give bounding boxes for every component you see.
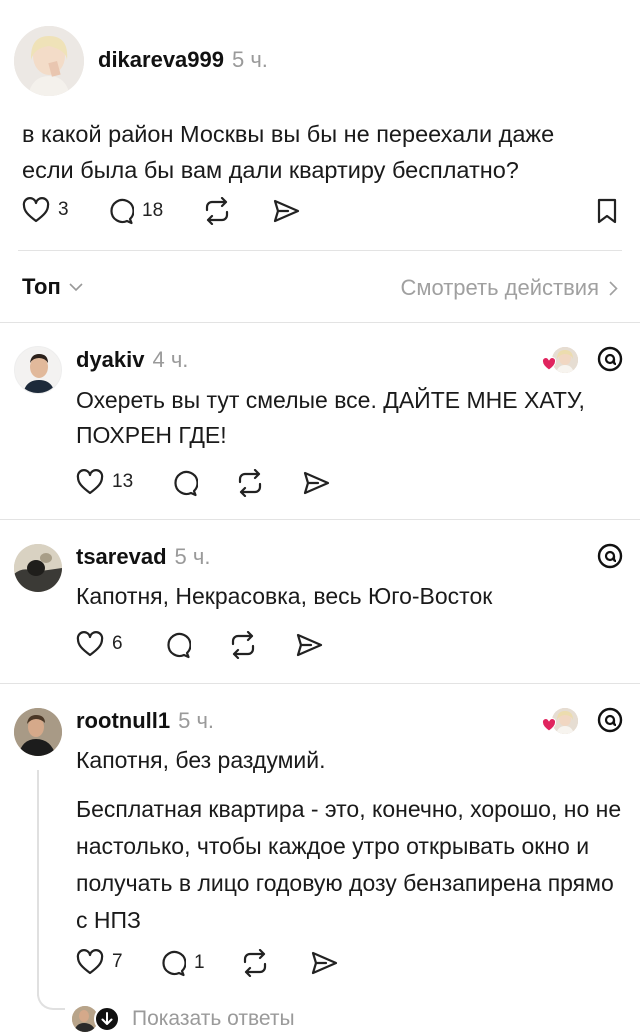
comment-icon bbox=[174, 470, 198, 497]
like-count: 6 bbox=[112, 633, 123, 654]
arrow-down-icon bbox=[94, 1006, 120, 1032]
repost-icon bbox=[238, 469, 262, 497]
divider bbox=[0, 322, 640, 323]
divider bbox=[0, 683, 640, 684]
reply-button[interactable] bbox=[163, 631, 191, 659]
share-icon bbox=[296, 633, 323, 657]
comment-text: Охереть вы тут смелые все. ДАЙТЕ МНЕ ХАТ… bbox=[76, 387, 585, 448]
threads-icon[interactable] bbox=[597, 346, 623, 372]
like-count: 13 bbox=[112, 471, 134, 492]
username[interactable]: dikareva999 bbox=[98, 47, 224, 73]
view-activity-link[interactable]: Смотреть действия bbox=[400, 275, 618, 301]
share-button[interactable] bbox=[295, 633, 323, 657]
repost-icon bbox=[243, 949, 267, 977]
comment-icon bbox=[162, 950, 186, 977]
avatar[interactable] bbox=[14, 544, 62, 592]
chevron-down-icon bbox=[69, 283, 83, 292]
reply-count: 1 bbox=[194, 952, 205, 973]
chevron-right-icon bbox=[609, 280, 618, 296]
heart-icon bbox=[22, 197, 50, 223]
repost-icon bbox=[231, 631, 255, 659]
view-activity-label: Смотреть действия bbox=[400, 275, 599, 300]
threads-icon[interactable] bbox=[597, 707, 623, 733]
comment-text: Капотня, Некрасовка, весь Юго-Восток bbox=[76, 583, 493, 609]
divider bbox=[18, 250, 622, 251]
comment-icon bbox=[110, 198, 134, 225]
reply-button[interactable]: 18 bbox=[106, 197, 163, 225]
bookmark-icon bbox=[597, 198, 617, 224]
divider bbox=[0, 519, 640, 520]
username[interactable]: dyakiv bbox=[76, 347, 145, 373]
thread-line bbox=[37, 770, 39, 996]
like-count: 3 bbox=[58, 199, 69, 220]
repost-button[interactable] bbox=[235, 469, 265, 497]
like-count: 7 bbox=[112, 951, 123, 972]
timestamp: 5 ч. bbox=[174, 544, 211, 569]
sort-dropdown[interactable]: Топ bbox=[22, 274, 83, 300]
username[interactable]: tsarevad bbox=[76, 544, 167, 570]
show-replies-button[interactable]: Показать ответы bbox=[72, 1006, 295, 1032]
share-button[interactable] bbox=[272, 199, 300, 223]
reply-button[interactable]: 1 bbox=[158, 949, 205, 977]
reply-count: 18 bbox=[142, 200, 164, 221]
author-row: tsarevad 5 ч. bbox=[76, 544, 210, 570]
heart-icon bbox=[76, 631, 104, 657]
reply-avatars bbox=[72, 1006, 122, 1032]
bookmark-button[interactable] bbox=[597, 198, 617, 224]
repost-button[interactable] bbox=[202, 197, 232, 225]
author-row: dikareva999 5 ч. bbox=[98, 47, 268, 73]
timestamp: 5 ч. bbox=[232, 47, 268, 72]
repost-button[interactable] bbox=[228, 631, 258, 659]
avatar[interactable] bbox=[14, 708, 62, 756]
sort-label: Топ bbox=[22, 274, 61, 299]
liked-by-author-icon bbox=[542, 718, 556, 732]
share-icon bbox=[303, 471, 330, 495]
avatar[interactable] bbox=[14, 346, 62, 394]
repost-icon bbox=[205, 197, 229, 225]
share-icon bbox=[311, 951, 338, 975]
timestamp: 5 ч. bbox=[178, 708, 215, 733]
share-button[interactable] bbox=[302, 471, 330, 495]
post-text: в какой район Москвы вы бы не переехали … bbox=[22, 121, 555, 183]
thread-line-curve bbox=[37, 986, 65, 1010]
like-button[interactable]: 7 bbox=[76, 949, 123, 975]
timestamp: 4 ч. bbox=[152, 347, 189, 372]
repost-button[interactable] bbox=[240, 949, 270, 977]
comment-text-paragraph: Бесплатная квартира - это, конечно, хоро… bbox=[76, 796, 622, 933]
author-row: dyakiv 4 ч. bbox=[76, 347, 188, 373]
heart-icon bbox=[76, 949, 104, 975]
like-button[interactable]: 6 bbox=[76, 631, 123, 657]
share-button[interactable] bbox=[310, 951, 338, 975]
reply-button[interactable] bbox=[170, 469, 198, 497]
comment-icon bbox=[167, 632, 191, 659]
liked-by-author-icon bbox=[542, 357, 556, 371]
username[interactable]: rootnull1 bbox=[76, 708, 170, 734]
share-icon bbox=[273, 199, 300, 223]
like-button[interactable]: 3 bbox=[22, 197, 69, 223]
like-button[interactable]: 13 bbox=[76, 469, 133, 495]
author-row: rootnull1 5 ч. bbox=[76, 708, 214, 734]
comment-text: Капотня, без раздумий. bbox=[76, 747, 326, 773]
show-replies-label: Показать ответы bbox=[132, 1007, 295, 1030]
avatar[interactable] bbox=[14, 26, 84, 96]
heart-icon bbox=[76, 469, 104, 495]
threads-icon[interactable] bbox=[597, 543, 623, 569]
